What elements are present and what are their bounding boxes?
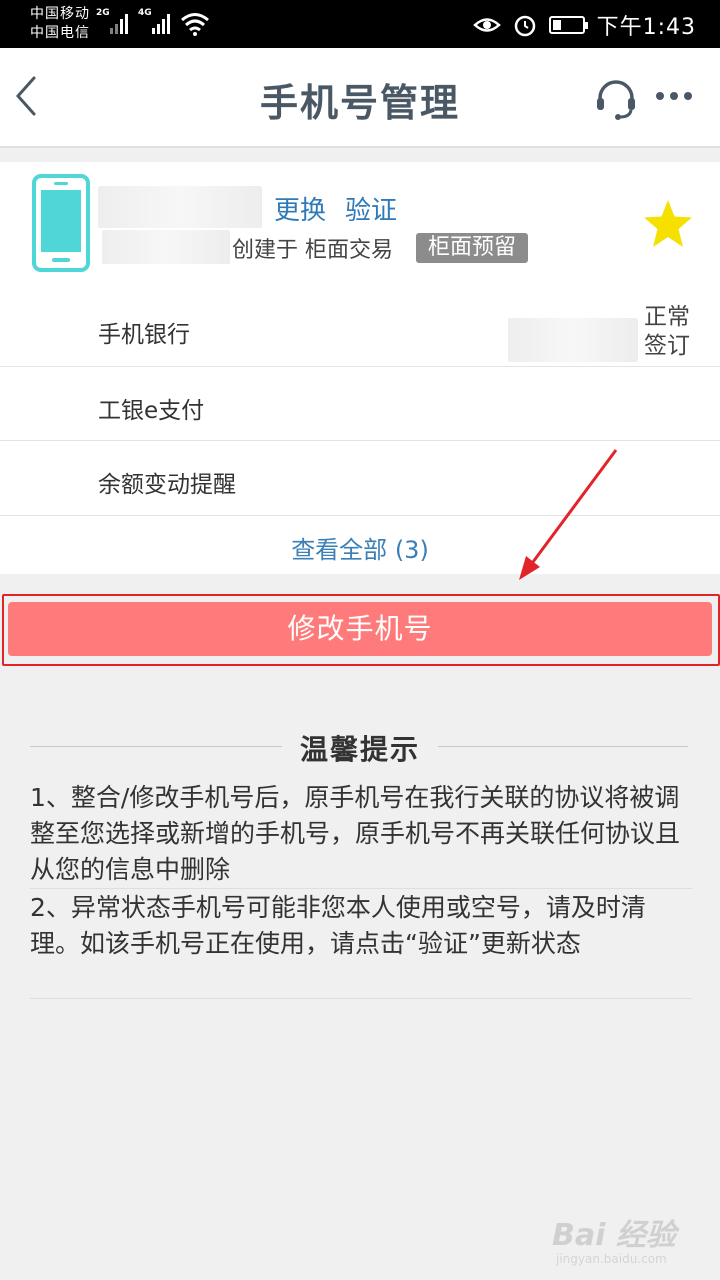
carrier-2: 中国电信	[30, 25, 90, 41]
service-label: 余额变动提醒	[98, 472, 236, 498]
favorite-star-icon[interactable]	[642, 198, 694, 250]
divider	[0, 515, 720, 516]
signal-icon	[152, 12, 170, 34]
tip-item-1: 1、整合/修改手机号后，原手机号在我行关联的协议将被调整至您选择或新增的手机号，…	[30, 783, 681, 884]
masked-date	[102, 230, 230, 264]
tip-item-2: 2、异常状态手机号可能非您本人使用或空号，请及时清理。如该手机号正在使用，请点击…	[30, 893, 646, 958]
clock: 下午1:43	[596, 15, 696, 40]
masked-phone-number	[98, 186, 262, 228]
change-link[interactable]: 更换	[274, 190, 326, 227]
tips-title: 温馨提示	[299, 733, 420, 766]
network-type-1: 2G	[96, 8, 110, 18]
network-type-2: 4G	[138, 8, 152, 18]
mobile-phone-icon	[32, 174, 90, 272]
nav-bar: 手机号管理	[0, 48, 720, 148]
verify-link[interactable]: 验证	[345, 190, 397, 227]
service-row-balance-alert[interactable]: 余额变动提醒	[0, 441, 720, 515]
carrier-names: 中国移动 中国电信	[30, 5, 90, 43]
battery-icon	[548, 16, 588, 34]
service-row-epay[interactable]: 工银e支付	[0, 367, 720, 441]
signal-icon	[110, 12, 128, 34]
view-all-link[interactable]: 查看全部 (3)	[0, 530, 720, 565]
modify-phone-button[interactable]: 修改手机号	[8, 602, 712, 656]
divider	[30, 998, 692, 999]
service-status: 正常签订	[644, 304, 690, 359]
counter-reserved-badge: 柜面预留	[416, 233, 529, 263]
status-bar: 中国移动 中国电信 2G 4G 下午1:43	[0, 0, 720, 48]
more-dots-icon	[656, 92, 692, 100]
service-label: 手机银行	[98, 322, 190, 348]
wifi-icon	[181, 13, 209, 36]
service-label: 工银e支付	[98, 398, 205, 424]
created-source: 创建于 柜面交易	[232, 238, 393, 263]
eye-icon	[472, 18, 501, 32]
carrier-1: 中国移动	[30, 6, 90, 22]
divider	[30, 888, 692, 889]
headset-icon	[597, 80, 635, 120]
alarm-icon	[514, 15, 535, 37]
masked-account	[508, 318, 638, 362]
customer-service-button[interactable]	[594, 76, 638, 120]
watermark-url: jingyan.baidu.com	[556, 1252, 667, 1266]
more-button[interactable]	[654, 88, 694, 104]
watermark-logo: Bai 经验	[552, 1218, 676, 1253]
